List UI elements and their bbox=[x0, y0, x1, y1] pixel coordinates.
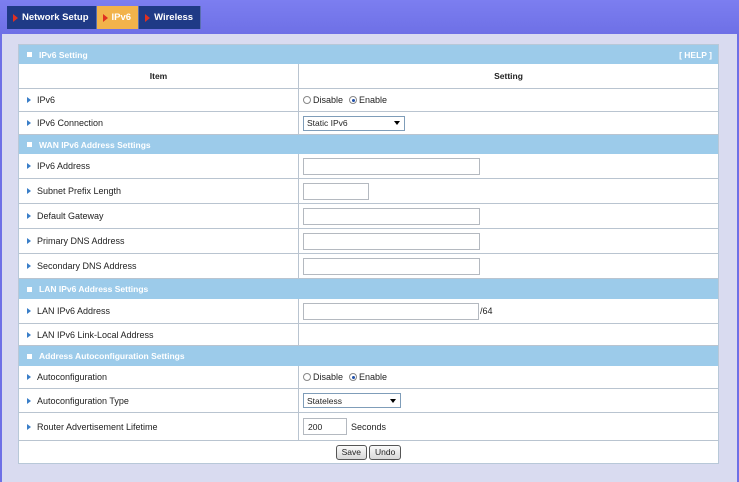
row-lan-link-local: LAN IPv6 Link-Local Address bbox=[19, 324, 718, 346]
default-gateway-input[interactable] bbox=[303, 207, 480, 225]
row-label: LAN IPv6 Address bbox=[37, 306, 111, 316]
row-autoconfiguration: Autoconfiguration Disable Enable bbox=[19, 366, 718, 389]
row-secondary-dns: Secondary DNS Address bbox=[19, 254, 718, 279]
tab-bar: Network Setup IPv6 Wireless bbox=[7, 6, 202, 29]
section-ipv6-setting: IPv6 Setting [ HELP ] bbox=[19, 45, 718, 64]
section-title: IPv6 Setting bbox=[39, 49, 88, 60]
primary-dns-input[interactable] bbox=[303, 232, 480, 250]
bullet-icon bbox=[27, 423, 31, 430]
ipv6-connection-select[interactable]: Static IPv6 bbox=[303, 115, 405, 131]
row-label: LAN IPv6 Link-Local Address bbox=[37, 329, 154, 340]
row-label: Default Gateway bbox=[37, 211, 104, 221]
column-header-setting: Setting bbox=[494, 71, 523, 81]
arrow-icon bbox=[145, 13, 151, 22]
row-subnet-prefix: Subnet Prefix Length bbox=[19, 179, 718, 204]
row-label: Primary DNS Address bbox=[37, 236, 125, 246]
row-ra-lifetime: Router Advertisement Lifetime 200 Second… bbox=[19, 413, 718, 441]
section-autoconfiguration: Address Autoconfiguration Settings bbox=[19, 346, 718, 366]
chevron-down-icon bbox=[390, 398, 396, 403]
tab-label: IPv6 bbox=[111, 12, 132, 23]
lan-ipv6-address-input[interactable] bbox=[303, 302, 479, 320]
row-label: Autoconfiguration Type bbox=[37, 395, 129, 406]
bullet-icon bbox=[27, 213, 31, 219]
bullet-icon bbox=[27, 374, 31, 380]
section-title: LAN IPv6 Address Settings bbox=[39, 284, 149, 294]
ra-lifetime-input[interactable]: 200 bbox=[303, 418, 347, 435]
row-label: Router Advertisement Lifetime bbox=[37, 421, 158, 432]
bullet-icon bbox=[27, 163, 31, 169]
row-label: IPv6 bbox=[37, 95, 56, 105]
section-icon bbox=[27, 286, 32, 292]
section-wan-ipv6: WAN IPv6 Address Settings bbox=[19, 135, 718, 154]
tab-wireless[interactable]: Wireless bbox=[139, 6, 202, 29]
link-local-value bbox=[299, 324, 718, 345]
prefix-suffix: /64 bbox=[480, 306, 493, 316]
bullet-icon bbox=[27, 263, 31, 269]
bullet-icon bbox=[27, 188, 31, 194]
tab-ipv6[interactable]: IPv6 bbox=[96, 6, 140, 29]
row-ipv6: IPv6 Disable Enable bbox=[19, 89, 718, 112]
bullet-icon bbox=[27, 397, 31, 404]
row-lan-ipv6-address: LAN IPv6 Address /64 bbox=[19, 299, 718, 324]
top-navigation-bar: Network Setup IPv6 Wireless bbox=[0, 0, 739, 34]
arrow-icon bbox=[102, 13, 108, 22]
ipv6-enable-radio[interactable] bbox=[349, 96, 358, 104]
button-row: Save Undo bbox=[19, 441, 718, 463]
radio-label: Enable bbox=[359, 95, 388, 105]
autoconfig-enable-radio[interactable] bbox=[349, 373, 358, 381]
section-lan-ipv6: LAN IPv6 Address Settings bbox=[19, 279, 718, 299]
section-icon bbox=[27, 142, 32, 147]
secondary-dns-input[interactable] bbox=[303, 257, 480, 275]
radio-label: Disable bbox=[313, 95, 344, 105]
row-default-gateway: Default Gateway bbox=[19, 204, 718, 229]
tab-label: Network Setup bbox=[22, 12, 89, 23]
table-header: Item Setting bbox=[19, 64, 718, 89]
bullet-icon bbox=[27, 97, 31, 103]
row-label: Subnet Prefix Length bbox=[37, 186, 122, 196]
bullet-icon bbox=[27, 331, 31, 338]
undo-button[interactable]: Undo bbox=[369, 444, 402, 460]
chevron-down-icon bbox=[394, 121, 400, 125]
radio-label: Disable bbox=[313, 372, 344, 382]
select-value: Stateless bbox=[307, 395, 342, 406]
column-header-item: Item bbox=[19, 64, 299, 88]
help-link[interactable]: [ HELP ] bbox=[679, 45, 712, 64]
lifetime-unit: Seconds bbox=[351, 421, 387, 432]
section-icon bbox=[27, 353, 32, 359]
select-value: Static IPv6 bbox=[307, 118, 348, 128]
section-title: Address Autoconfiguration Settings bbox=[39, 351, 185, 361]
ipv6-address-input[interactable] bbox=[303, 157, 480, 175]
ipv6-disable-radio[interactable] bbox=[303, 96, 311, 104]
subnet-prefix-input[interactable] bbox=[303, 182, 369, 200]
bullet-icon bbox=[27, 120, 31, 126]
row-label: Secondary DNS Address bbox=[37, 261, 137, 271]
section-icon bbox=[27, 52, 32, 57]
save-button[interactable]: Save bbox=[335, 444, 368, 460]
row-primary-dns: Primary DNS Address bbox=[19, 229, 718, 254]
autoconfig-type-select[interactable]: Stateless bbox=[303, 393, 401, 408]
row-label: IPv6 Address bbox=[37, 161, 91, 171]
autoconfig-disable-radio[interactable] bbox=[303, 373, 311, 381]
row-ipv6-connection: IPv6 Connection Static IPv6 bbox=[19, 112, 718, 135]
row-ipv6-address: IPv6 Address bbox=[19, 154, 718, 179]
radio-label: Enable bbox=[359, 372, 388, 382]
row-autoconfiguration-type: Autoconfiguration Type Stateless bbox=[19, 389, 718, 413]
tab-label: Wireless bbox=[154, 12, 194, 23]
tab-network-setup[interactable]: Network Setup bbox=[7, 6, 97, 29]
row-label: IPv6 Connection bbox=[37, 118, 104, 128]
section-title: WAN IPv6 Address Settings bbox=[39, 139, 151, 150]
bullet-icon bbox=[27, 238, 31, 244]
row-label: Autoconfiguration bbox=[37, 372, 108, 382]
arrow-icon bbox=[13, 13, 18, 22]
ipv6-settings-panel: IPv6 Setting [ HELP ] Item Setting IPv6 … bbox=[18, 44, 719, 464]
bullet-icon bbox=[27, 308, 31, 314]
